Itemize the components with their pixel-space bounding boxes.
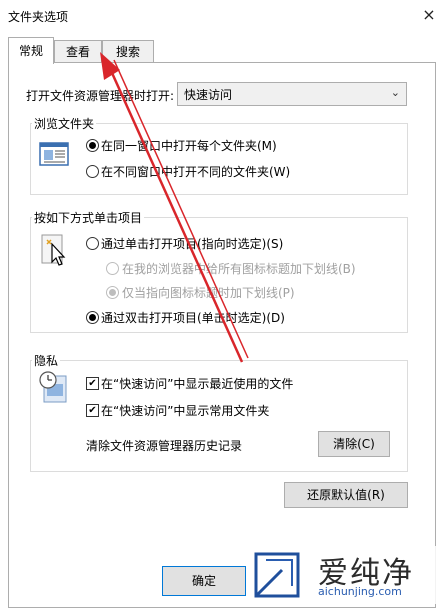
open-explorer-label: 打开文件资源管理器时打开: [26,89,175,103]
show-recent-label[interactable]: 在“快速访问”中显示最近使用的文件 [101,375,293,392]
radio-new-window[interactable] [86,165,99,178]
privacy-clock-icon [38,370,70,403]
window-title: 文件夹选项 [8,10,69,24]
double-click-label[interactable]: 通过双击打开项目(单击时选定)(D) [101,309,285,326]
title-bar: 文件夹选项 × [0,0,444,30]
radio-same-window[interactable] [86,139,99,152]
open-explorer-value: 快速访问 [184,88,233,102]
show-frequent-label[interactable]: 在“快速访问”中显示常用文件夹 [101,402,269,419]
show-recent-checkbox[interactable]: ✔ [86,377,99,390]
chevron-down-icon: ⌄ [390,86,400,99]
watermark-url: aichunjing.com [318,585,402,598]
restore-defaults-button[interactable]: 还原默认值(R) [284,482,408,508]
tab-general[interactable]: 常规 [8,37,54,64]
show-frequent-checkbox[interactable]: ✔ [86,404,99,417]
same-window-label[interactable]: 在同一窗口中打开每个文件夹(M) [101,137,277,154]
tab-search[interactable]: 搜索 [102,40,154,63]
single-click-label[interactable]: 通过单击打开项目(指向时选定)(S) [101,235,283,252]
open-explorer-select[interactable]: 快速访问 ⌄ [177,82,407,106]
folder-window-icon [38,138,70,170]
cursor-click-icon [38,232,70,266]
close-icon[interactable]: × [418,4,440,26]
tab-view[interactable]: 查看 [54,40,102,63]
new-window-label[interactable]: 在不同窗口中打开不同的文件夹(W) [101,163,290,180]
clear-history-label: 清除文件资源管理器历史记录 [86,439,243,453]
underline-point-label[interactable]: 仅当指向图标标题时加下划线(P) [122,284,295,301]
privacy-legend: 隐私 [32,352,61,369]
logo-icon [252,550,302,600]
radio-single-click[interactable] [86,237,99,250]
browse-folders-group [30,123,408,195]
radio-underline-browser[interactable] [106,262,119,275]
browse-folders-legend: 浏览文件夹 [32,115,97,132]
underline-browser-label[interactable]: 在我的浏览器中给所有图标标题加下划线(B) [122,260,356,277]
ok-button[interactable]: 确定 [162,566,246,596]
clear-button[interactable]: 清除(C) [318,431,390,457]
click-items-legend: 按如下方式单击项目 [32,209,145,226]
radio-double-click[interactable] [86,311,99,324]
radio-underline-point[interactable] [106,286,119,299]
